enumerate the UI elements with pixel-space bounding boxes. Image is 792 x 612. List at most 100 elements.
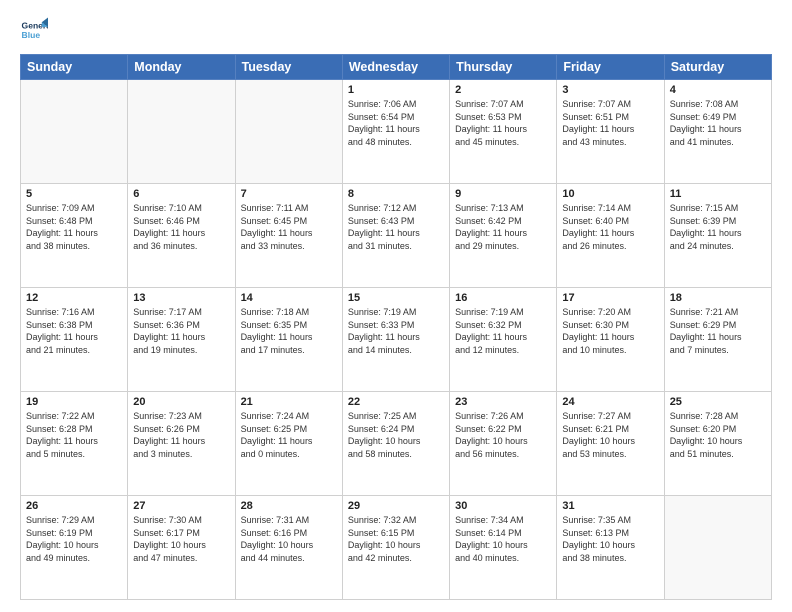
calendar-cell: 22 Sunrise: 7:25 AM Sunset: 6:24 PM Dayli…	[342, 392, 449, 496]
calendar-cell: 2 Sunrise: 7:07 AM Sunset: 6:53 PM Daylig…	[450, 80, 557, 184]
calendar-cell: 30Sunrise: 7:34 AM Sunset: 6:14 PM Dayli…	[450, 496, 557, 600]
calendar-page: General Blue SundayMondayTuesdayWednesda…	[0, 0, 792, 612]
day-number: 11	[670, 188, 766, 200]
calendar-cell: 11 Sunrise: 7:15 AM Sunset: 6:39 PM Dayli…	[664, 184, 771, 288]
calendar-cell: 21Sunrise: 7:24 AM Sunset: 6:25 PM Dayli…	[235, 392, 342, 496]
day-info: Sunrise: 7:29 AM Sunset: 6:19 PM Dayligh…	[26, 514, 122, 564]
calendar-cell: 9 Sunrise: 7:13 AM Sunset: 6:42 PM Daylig…	[450, 184, 557, 288]
day-info: Sunrise: 7:22 AM Sunset: 6:28 PM Dayligh…	[26, 410, 122, 460]
day-info: Sunrise: 7:11 AM Sunset: 6:45 PM Dayligh…	[241, 202, 337, 252]
day-info: Sunrise: 7:25 AM Sunset: 6:24 PM Dayligh…	[348, 410, 444, 460]
calendar-row: 5 Sunrise: 7:09 AM Sunset: 6:48 PM Daylig…	[21, 184, 772, 288]
calendar-table: SundayMondayTuesdayWednesdayThursdayFrid…	[20, 54, 772, 600]
day-info: Sunrise: 7:35 AM Sunset: 6:13 PM Dayligh…	[562, 514, 658, 564]
calendar-cell: 28 Sunrise: 7:31 AM Sunset: 6:16 PM Dayli…	[235, 496, 342, 600]
day-number: 13	[133, 292, 229, 304]
day-number: 20	[133, 396, 229, 408]
calendar-cell: 1 Sunrise: 7:06 AM Sunset: 6:54 PM Daylig…	[342, 80, 449, 184]
calendar-cell: 5 Sunrise: 7:09 AM Sunset: 6:48 PM Daylig…	[21, 184, 128, 288]
day-number: 9	[455, 188, 551, 200]
day-info: Sunrise: 7:30 AM Sunset: 6:17 PM Dayligh…	[133, 514, 229, 564]
day-number: 7	[241, 188, 337, 200]
day-info: Sunrise: 7:18 AM Sunset: 6:35 PM Dayligh…	[241, 306, 337, 356]
logo-icon: General Blue	[20, 16, 48, 44]
calendar-row: 1 Sunrise: 7:06 AM Sunset: 6:54 PM Daylig…	[21, 80, 772, 184]
day-number: 12	[26, 292, 122, 304]
day-info: Sunrise: 7:26 AM Sunset: 6:22 PM Dayligh…	[455, 410, 551, 460]
calendar-cell: 20Sunrise: 7:23 AM Sunset: 6:26 PM Dayli…	[128, 392, 235, 496]
calendar-row: 26 Sunrise: 7:29 AM Sunset: 6:19 PM Dayli…	[21, 496, 772, 600]
calendar-cell: 8 Sunrise: 7:12 AM Sunset: 6:43 PM Daylig…	[342, 184, 449, 288]
day-number: 6	[133, 188, 229, 200]
calendar-row: 19 Sunrise: 7:22 AM Sunset: 6:28 PM Dayli…	[21, 392, 772, 496]
day-number: 28	[241, 500, 337, 512]
day-info: Sunrise: 7:13 AM Sunset: 6:42 PM Dayligh…	[455, 202, 551, 252]
day-info: Sunrise: 7:31 AM Sunset: 6:16 PM Dayligh…	[241, 514, 337, 564]
day-number: 19	[26, 396, 122, 408]
day-info: Sunrise: 7:19 AM Sunset: 6:32 PM Dayligh…	[455, 306, 551, 356]
calendar-cell: 24Sunrise: 7:27 AM Sunset: 6:21 PM Dayli…	[557, 392, 664, 496]
calendar-cell: 14Sunrise: 7:18 AM Sunset: 6:35 PM Dayli…	[235, 288, 342, 392]
day-number: 18	[670, 292, 766, 304]
day-info: Sunrise: 7:07 AM Sunset: 6:51 PM Dayligh…	[562, 98, 658, 148]
calendar-row: 12Sunrise: 7:16 AM Sunset: 6:38 PM Dayli…	[21, 288, 772, 392]
day-info: Sunrise: 7:09 AM Sunset: 6:48 PM Dayligh…	[26, 202, 122, 252]
calendar-cell	[21, 80, 128, 184]
day-info: Sunrise: 7:21 AM Sunset: 6:29 PM Dayligh…	[670, 306, 766, 356]
day-number: 2	[455, 84, 551, 96]
day-number: 26	[26, 500, 122, 512]
weekday-header: Saturday	[664, 55, 771, 80]
day-info: Sunrise: 7:15 AM Sunset: 6:39 PM Dayligh…	[670, 202, 766, 252]
day-info: Sunrise: 7:20 AM Sunset: 6:30 PM Dayligh…	[562, 306, 658, 356]
day-number: 5	[26, 188, 122, 200]
svg-text:Blue: Blue	[22, 30, 41, 40]
day-number: 22	[348, 396, 444, 408]
day-number: 25	[670, 396, 766, 408]
calendar-cell: 15 Sunrise: 7:19 AM Sunset: 6:33 PM Dayli…	[342, 288, 449, 392]
day-info: Sunrise: 7:19 AM Sunset: 6:33 PM Dayligh…	[348, 306, 444, 356]
day-number: 3	[562, 84, 658, 96]
calendar-cell	[235, 80, 342, 184]
day-info: Sunrise: 7:06 AM Sunset: 6:54 PM Dayligh…	[348, 98, 444, 148]
weekday-header: Wednesday	[342, 55, 449, 80]
day-info: Sunrise: 7:12 AM Sunset: 6:43 PM Dayligh…	[348, 202, 444, 252]
weekday-header: Friday	[557, 55, 664, 80]
day-number: 4	[670, 84, 766, 96]
day-number: 8	[348, 188, 444, 200]
day-number: 30	[455, 500, 551, 512]
calendar-cell: 3 Sunrise: 7:07 AM Sunset: 6:51 PM Daylig…	[557, 80, 664, 184]
day-info: Sunrise: 7:08 AM Sunset: 6:49 PM Dayligh…	[670, 98, 766, 148]
calendar-cell: 13 Sunrise: 7:17 AM Sunset: 6:36 PM Dayli…	[128, 288, 235, 392]
calendar-cell: 26 Sunrise: 7:29 AM Sunset: 6:19 PM Dayli…	[21, 496, 128, 600]
day-number: 16	[455, 292, 551, 304]
header: General Blue	[20, 16, 772, 44]
day-number: 31	[562, 500, 658, 512]
logo: General Blue	[20, 16, 48, 44]
day-info: Sunrise: 7:17 AM Sunset: 6:36 PM Dayligh…	[133, 306, 229, 356]
day-number: 29	[348, 500, 444, 512]
day-number: 15	[348, 292, 444, 304]
day-info: Sunrise: 7:14 AM Sunset: 6:40 PM Dayligh…	[562, 202, 658, 252]
calendar-cell: 25 Sunrise: 7:28 AM Sunset: 6:20 PM Dayli…	[664, 392, 771, 496]
calendar-cell: 6 Sunrise: 7:10 AM Sunset: 6:46 PM Daylig…	[128, 184, 235, 288]
calendar-cell: 23Sunrise: 7:26 AM Sunset: 6:22 PM Dayli…	[450, 392, 557, 496]
calendar-cell: 4 Sunrise: 7:08 AM Sunset: 6:49 PM Daylig…	[664, 80, 771, 184]
day-info: Sunrise: 7:07 AM Sunset: 6:53 PM Dayligh…	[455, 98, 551, 148]
calendar-cell	[128, 80, 235, 184]
day-info: Sunrise: 7:27 AM Sunset: 6:21 PM Dayligh…	[562, 410, 658, 460]
day-info: Sunrise: 7:24 AM Sunset: 6:25 PM Dayligh…	[241, 410, 337, 460]
calendar-cell: 17 Sunrise: 7:20 AM Sunset: 6:30 PM Dayli…	[557, 288, 664, 392]
calendar-cell: 16 Sunrise: 7:19 AM Sunset: 6:32 PM Dayli…	[450, 288, 557, 392]
calendar-cell: 31 Sunrise: 7:35 AM Sunset: 6:13 PM Dayli…	[557, 496, 664, 600]
day-info: Sunrise: 7:10 AM Sunset: 6:46 PM Dayligh…	[133, 202, 229, 252]
weekday-header: Thursday	[450, 55, 557, 80]
weekday-header: Monday	[128, 55, 235, 80]
calendar-cell: 7 Sunrise: 7:11 AM Sunset: 6:45 PM Daylig…	[235, 184, 342, 288]
day-number: 17	[562, 292, 658, 304]
weekday-header: Sunday	[21, 55, 128, 80]
calendar-cell: 19 Sunrise: 7:22 AM Sunset: 6:28 PM Dayli…	[21, 392, 128, 496]
weekday-header: Tuesday	[235, 55, 342, 80]
day-number: 1	[348, 84, 444, 96]
calendar-cell: 10Sunrise: 7:14 AM Sunset: 6:40 PM Dayli…	[557, 184, 664, 288]
day-info: Sunrise: 7:28 AM Sunset: 6:20 PM Dayligh…	[670, 410, 766, 460]
